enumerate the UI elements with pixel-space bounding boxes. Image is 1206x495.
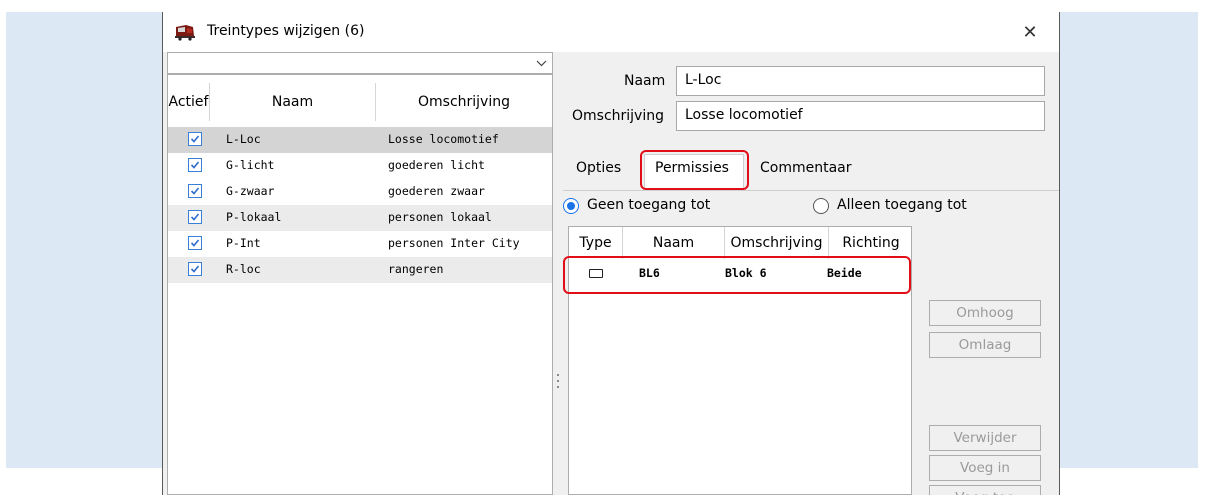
train-type-list: Actief Naam Omschrijving L-Loc Losse loco… xyxy=(167,74,553,495)
close-icon: ✕ xyxy=(1022,21,1038,43)
active-checkbox[interactable] xyxy=(188,210,202,224)
header-direction[interactable]: Richting xyxy=(829,227,913,259)
delete-button[interactable]: Verwijder xyxy=(929,425,1041,451)
row-name: P-Int xyxy=(226,236,261,250)
permission-row-highlight xyxy=(563,256,911,294)
tab-comments[interactable]: Commentaar xyxy=(760,160,852,176)
row-description: goederen zwaar xyxy=(388,184,485,198)
add-button[interactable]: Voeg toe xyxy=(929,485,1041,495)
window-title: Treintypes wijzigen (6) xyxy=(207,23,365,39)
header-description[interactable]: Omschrijving xyxy=(725,227,829,259)
active-checkbox[interactable] xyxy=(188,132,202,146)
header-name[interactable]: Naam xyxy=(623,227,725,259)
no-access-radio[interactable] xyxy=(563,198,579,214)
active-checkbox[interactable] xyxy=(188,262,202,276)
row-description: Losse locomotief xyxy=(388,132,499,146)
title-bar: Treintypes wijzigen (6) ✕ xyxy=(163,12,1059,52)
tab-options[interactable]: Opties xyxy=(576,160,621,176)
only-access-radio[interactable] xyxy=(813,198,829,214)
permissions-tab-highlight xyxy=(640,150,749,190)
row-name: L-Loc xyxy=(226,132,261,146)
list-header: Actief Naam Omschrijving xyxy=(168,83,552,121)
move-down-button[interactable]: Omlaag xyxy=(929,332,1041,358)
close-button[interactable]: ✕ xyxy=(1015,18,1045,46)
row-name: R-loc xyxy=(226,262,261,276)
list-item[interactable]: L-Loc Losse locomotief xyxy=(168,127,552,153)
name-label: Naam xyxy=(624,73,666,89)
row-description: goederen licht xyxy=(388,158,485,172)
header-name[interactable]: Naam xyxy=(210,83,376,121)
header-description[interactable]: Omschrijving xyxy=(376,83,552,121)
row-description: personen lokaal xyxy=(388,210,492,224)
list-item[interactable]: P-Int personen Inter City xyxy=(168,231,552,257)
filter-combobox[interactable] xyxy=(167,52,553,74)
name-input[interactable]: L-Loc xyxy=(676,66,1045,96)
list-item[interactable]: R-loc rangeren xyxy=(168,257,552,283)
active-checkbox[interactable] xyxy=(188,236,202,250)
row-name: G-licht xyxy=(226,158,275,172)
chevron-down-icon[interactable] xyxy=(530,53,552,73)
description-input[interactable]: Losse locomotief xyxy=(676,101,1045,131)
row-description: personen Inter City xyxy=(388,236,520,250)
active-checkbox[interactable] xyxy=(188,184,202,198)
list-item[interactable]: G-licht goederen licht xyxy=(168,153,552,179)
list-item[interactable]: G-zwaar goederen zwaar xyxy=(168,179,552,205)
row-name: P-lokaal xyxy=(226,210,282,224)
header-active[interactable]: Actief xyxy=(168,83,210,121)
row-description: rangeren xyxy=(388,262,444,276)
tab-divider xyxy=(563,190,1059,191)
dialog-window: Treintypes wijzigen (6) ✕ Actief Naam Om… xyxy=(162,12,1060,495)
train-app-icon xyxy=(175,25,195,41)
active-checkbox[interactable] xyxy=(188,158,202,172)
list-item[interactable]: P-lokaal personen lokaal xyxy=(168,205,552,231)
insert-button[interactable]: Voeg in xyxy=(929,455,1041,481)
move-up-button[interactable]: Omhoog xyxy=(929,300,1041,326)
no-access-label[interactable]: Geen toegang tot xyxy=(587,197,710,213)
description-label: Omschrijving xyxy=(572,108,664,124)
header-type[interactable]: Type xyxy=(569,227,623,259)
row-name: G-zwaar xyxy=(226,184,275,198)
only-access-label[interactable]: Alleen toegang tot xyxy=(837,197,967,213)
splitter-handle[interactable] xyxy=(553,74,563,495)
